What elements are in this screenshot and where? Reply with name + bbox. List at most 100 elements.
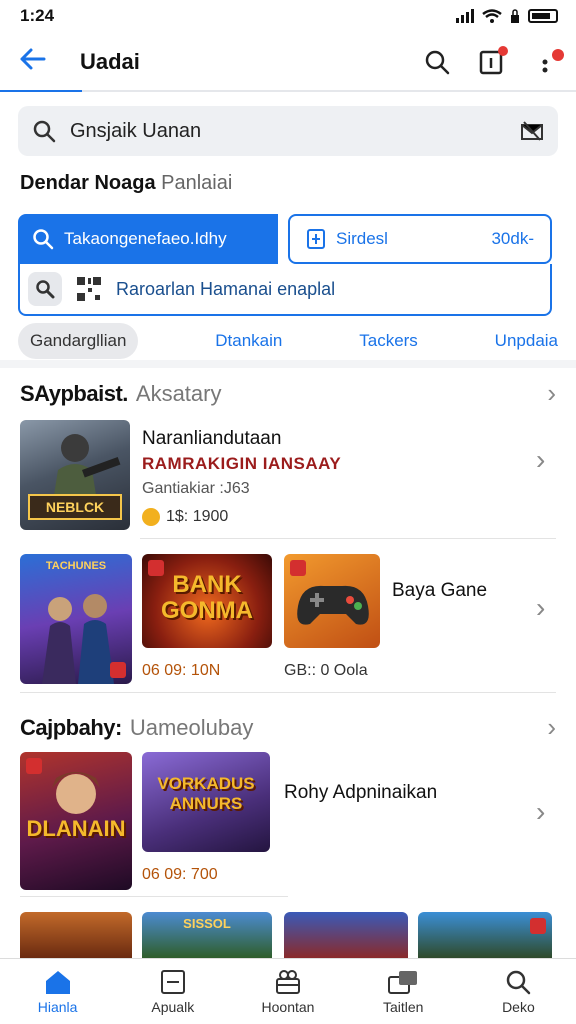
section-subtitle: Panlaiai [161, 172, 233, 194]
nav-gift[interactable]: Hoontan [230, 959, 345, 1024]
section-separator [0, 360, 576, 368]
divider [20, 692, 556, 693]
chevron-right-icon[interactable]: › [536, 796, 545, 828]
more-button[interactable] [532, 49, 564, 75]
game-cover-6[interactable]: VORKADUS ANNURS [142, 752, 270, 852]
gift-icon [276, 969, 300, 994]
game-cover-2[interactable]: TACHUNES [20, 554, 132, 684]
category-2-price: 06 09: 700 [142, 866, 218, 883]
category-subtitle: Uameolubay [129, 714, 254, 740]
strip-cover-1[interactable] [20, 912, 132, 958]
tab-1[interactable]: Gandargllian [18, 323, 139, 359]
notification-button[interactable] [478, 46, 508, 75]
chevron-right-icon: › [547, 712, 556, 742]
filter-bar[interactable]: Raroarlan Hamanai enaplal [18, 264, 552, 316]
nav-apps-label: Apualk [151, 998, 195, 1015]
category-header-1[interactable]: SAypbaist. Aksatary › [20, 378, 556, 409]
library-icon [388, 970, 418, 994]
strip-cover-2-title: SISSOL [183, 916, 231, 931]
search-bar[interactable]: Gnsjaik Uanan [18, 106, 558, 156]
featured-subtitle: RAMRAKIGIN IANSAAY [142, 454, 342, 473]
clear-icon[interactable] [520, 120, 544, 142]
search-icon [507, 970, 531, 994]
game-cover-4[interactable] [284, 554, 380, 648]
signal-icon [456, 9, 474, 23]
bottom-nav: Hianla Apualk Hoontan Taitlen Deko [0, 958, 576, 1024]
filter-label: Raroarlan Hamanai enaplal [116, 278, 336, 299]
badge-icon [110, 662, 126, 678]
strip-cover-4[interactable] [418, 912, 552, 958]
nav-home-label: Hianla [37, 998, 78, 1015]
gamepad-icon [297, 585, 369, 625]
featured-cover[interactable]: NEBLCK [20, 420, 130, 530]
page-title: Uadai [80, 49, 140, 74]
tab-3[interactable]: Tackers [359, 331, 418, 351]
secondary-chip[interactable]: Sirdesl 30dk- [288, 214, 552, 264]
more-icon [542, 59, 548, 73]
status-icons [456, 9, 558, 23]
cover-3-title: BANK GONMA [161, 571, 253, 625]
document-icon [307, 229, 325, 249]
primary-chip[interactable]: Takaongenefaeo.Idhy [18, 214, 278, 264]
nav-apps[interactable]: Apualk [115, 959, 230, 1024]
search-icon [425, 50, 450, 75]
arrow-left-icon [20, 48, 46, 70]
nav-search[interactable]: Deko [461, 959, 576, 1024]
strip-cover-3[interactable] [284, 912, 408, 958]
lock-icon [511, 9, 519, 23]
cover-5-title: DLANAIN [26, 816, 126, 841]
nav-library[interactable]: Taitlen [346, 959, 461, 1024]
app-actions [424, 46, 564, 75]
search-icon [33, 120, 56, 143]
category-2-side-title[interactable]: Rohy Adpninaikan [284, 782, 437, 804]
divider [140, 538, 556, 539]
game-cover-5[interactable]: DLANAIN [20, 752, 132, 890]
grid-label-right: GB:: 0 Oola [284, 662, 368, 679]
tab-4[interactable]: Unpdaia [495, 331, 558, 351]
primary-chip-label: Takaongenefaeo.Idhy [64, 229, 227, 248]
chip-row: Takaongenefaeo.Idhy Sirdesl 30dk- [18, 214, 552, 264]
qr-icon [72, 272, 106, 306]
nav-home[interactable]: Hianla [0, 959, 115, 1024]
featured-meta: Gantiakiar :J63 [142, 480, 250, 497]
search-input[interactable]: Gnsjaik Uanan [70, 120, 520, 143]
search-icon [28, 272, 62, 306]
app-bar: Uadai [0, 34, 576, 90]
category-title: SAypbaist. [20, 380, 128, 406]
cover-6-title: VORKADUS ANNURS [157, 774, 255, 813]
search-button[interactable] [424, 49, 450, 75]
featured-price-text: 1$: 1900 [166, 508, 229, 525]
wifi-icon [482, 9, 502, 23]
chevron-right-icon[interactable]: › [536, 444, 545, 476]
notification-dot [498, 46, 508, 56]
grid-side-title[interactable]: Baya Gane [392, 580, 487, 602]
featured-cover-label: NEBLCK [28, 494, 122, 520]
search-icon [33, 229, 54, 250]
game-cover-3[interactable]: BANK GONMA [142, 554, 272, 648]
app-bar-divider [0, 90, 576, 92]
featured-price: 1$: 1900 [142, 508, 228, 526]
secondary-chip-value: 30dk- [491, 229, 534, 248]
chevron-right-icon[interactable]: › [536, 592, 545, 624]
chevron-right-icon: › [547, 378, 556, 408]
nav-library-label: Taitlen [382, 998, 424, 1015]
badge-icon [530, 918, 546, 934]
more-dot [552, 49, 564, 61]
grid-label-left: 06 09: 10N [142, 662, 221, 679]
back-button[interactable] [18, 45, 58, 79]
nav-search-label: Deko [502, 998, 535, 1015]
section-heading: Dendar Noaga Panlaiai [20, 172, 232, 195]
category-subtitle: Aksatary [135, 380, 222, 406]
status-bar: 1:24 [0, 0, 576, 32]
category-header-2[interactable]: Cajpbahy: Uameolubay › [20, 712, 556, 743]
coin-icon [142, 508, 160, 526]
secondary-chip-label: Sirdesl [336, 229, 388, 248]
tab-2[interactable]: Dtankain [215, 331, 282, 351]
section-title: Dendar Noaga [20, 172, 156, 194]
featured-title[interactable]: Naranliandutaan [142, 428, 281, 450]
battery-icon [528, 9, 558, 23]
strip-cover-2[interactable]: SISSOL [142, 912, 272, 958]
home-icon [45, 970, 70, 994]
divider [20, 896, 288, 897]
category-title: Cajpbahy: [20, 714, 122, 740]
